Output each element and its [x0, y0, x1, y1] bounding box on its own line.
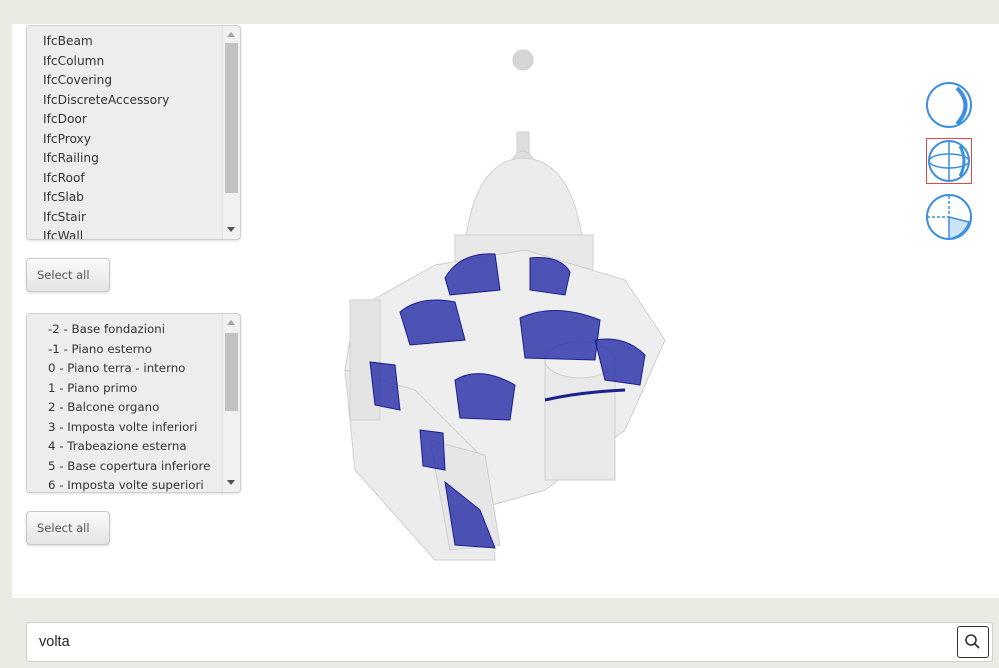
select-all-types-button[interactable]: Select all [26, 258, 110, 292]
scrollbar-thumb[interactable] [225, 43, 238, 193]
list-item[interactable]: IfcCovering [27, 71, 222, 91]
ifc-type-list[interactable]: IfcBeam IfcColumn IfcCovering IfcDiscret… [26, 25, 241, 240]
list-item[interactable]: 0 - Piano terra - interno [27, 359, 222, 379]
storey-items: -2 - Base fondazioni -1 - Piano esterno … [27, 314, 222, 492]
search-icon [965, 634, 980, 649]
list-item[interactable]: IfcWall [27, 227, 222, 239]
list-item[interactable]: IfcProxy [27, 130, 222, 150]
list-item[interactable]: 3 - Imposta volte inferiori [27, 418, 222, 438]
list-item[interactable]: IfcColumn [27, 52, 222, 72]
list-item[interactable]: 6 - Imposta volte superiori [27, 476, 222, 492]
list-item[interactable]: 1 - Piano primo [27, 379, 222, 399]
list-item[interactable]: IfcBeam [27, 32, 222, 52]
list-item[interactable]: IfcStair [27, 208, 222, 228]
globe-grid-icon[interactable] [924, 136, 974, 186]
select-all-storeys-button[interactable]: Select all [26, 511, 110, 545]
search-input[interactable] [27, 623, 952, 661]
scrollbar-thumb[interactable] [225, 333, 238, 411]
navigation-controls [924, 80, 978, 248]
list-item[interactable]: -2 - Base fondazioni [27, 320, 222, 340]
section-sphere-icon[interactable] [924, 192, 974, 242]
building-3d-model[interactable] [325, 40, 685, 590]
storey-list[interactable]: -2 - Base fondazioni -1 - Piano esterno … [26, 313, 241, 493]
scroll-down-arrow-icon[interactable] [227, 227, 235, 232]
search-button[interactable] [957, 626, 989, 658]
list-item[interactable]: IfcSlab [27, 188, 222, 208]
search-bar [26, 622, 993, 662]
list-item[interactable]: 4 - Trabeazione esterna [27, 437, 222, 457]
list-item[interactable]: 2 - Balcone organo [27, 398, 222, 418]
scroll-up-arrow-icon[interactable] [227, 320, 235, 325]
list-item[interactable]: IfcDoor [27, 110, 222, 130]
list-item[interactable]: IfcRailing [27, 149, 222, 169]
list-item[interactable]: -1 - Piano esterno [27, 340, 222, 360]
list-item[interactable]: IfcRoof [27, 169, 222, 189]
list-item[interactable]: 5 - Base copertura inferiore [27, 457, 222, 477]
list-item[interactable]: IfcDiscreteAccessory [27, 91, 222, 111]
scroll-down-arrow-icon[interactable] [227, 480, 235, 485]
orbit-sphere-icon[interactable] [924, 80, 974, 130]
ifc-type-items: IfcBeam IfcColumn IfcCovering IfcDiscret… [27, 26, 222, 239]
scrollbar[interactable] [222, 26, 240, 239]
scrollbar[interactable] [222, 314, 240, 492]
scroll-up-arrow-icon[interactable] [227, 32, 235, 37]
